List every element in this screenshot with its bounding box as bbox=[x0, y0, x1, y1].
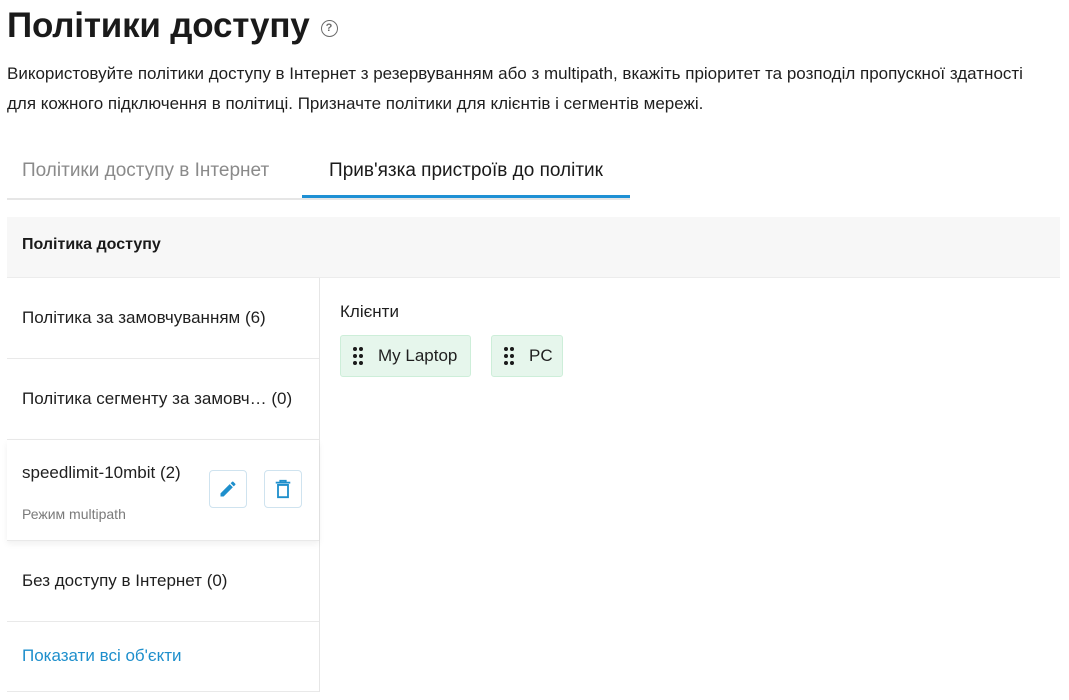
show-all-link[interactable]: Показати всі об'єкти bbox=[22, 646, 182, 666]
policy-name: Без доступу в Інтернет (0) bbox=[22, 571, 228, 590]
policy-name: speedlimit-10mbit (2) bbox=[22, 463, 181, 482]
policy-name: Політика за замовчуванням (6) bbox=[22, 308, 266, 327]
policy-item-speedlimit[interactable]: speedlimit-10mbit (2) Режим multipath bbox=[7, 440, 319, 541]
client-chip-my-laptop[interactable]: My Laptop bbox=[340, 335, 471, 377]
clients-label: Клієнти bbox=[340, 302, 399, 321]
table-header-label: Політика доступу bbox=[22, 236, 161, 253]
table-header: Політика доступу bbox=[7, 217, 1060, 278]
client-name: PC bbox=[529, 346, 553, 365]
tab-device-binding[interactable]: Прив'язка пристроїв до політик bbox=[302, 146, 630, 198]
policy-item-default[interactable]: Політика за замовчуванням (6) bbox=[7, 278, 319, 359]
policy-list: Політика за замовчуванням (6) Політика с… bbox=[7, 278, 320, 692]
policy-mode: Режим multipath bbox=[22, 506, 126, 522]
delete-policy-button[interactable] bbox=[264, 470, 302, 508]
client-chip-pc[interactable]: PC bbox=[491, 335, 563, 377]
policy-item-no-internet[interactable]: Без доступу в Інтернет (0) bbox=[7, 541, 319, 622]
drag-handle-icon[interactable] bbox=[353, 347, 363, 365]
divider bbox=[7, 691, 319, 692]
question-circle-icon[interactable]: ? bbox=[320, 19, 338, 37]
page-description: Використовуйте політики доступу в Інтерн… bbox=[7, 64, 1023, 113]
tab-internet-policies[interactable]: Політики доступу в Інтернет bbox=[22, 146, 269, 196]
policy-item-segment-default[interactable]: Політика сегменту за замовч… (0) bbox=[7, 359, 319, 440]
client-name: My Laptop bbox=[378, 346, 458, 365]
pencil-icon bbox=[220, 481, 236, 497]
edit-policy-button[interactable] bbox=[209, 470, 247, 508]
page-title: Політики доступу bbox=[7, 6, 310, 45]
policy-name: Політика сегменту за замовч… (0) bbox=[22, 389, 293, 408]
page-header: Політики доступу ? bbox=[7, 4, 338, 48]
trash-icon bbox=[275, 479, 291, 499]
tab-bar: Політики доступу в Інтернет Прив'язка пр… bbox=[7, 146, 630, 200]
drag-handle-icon[interactable] bbox=[504, 347, 514, 365]
